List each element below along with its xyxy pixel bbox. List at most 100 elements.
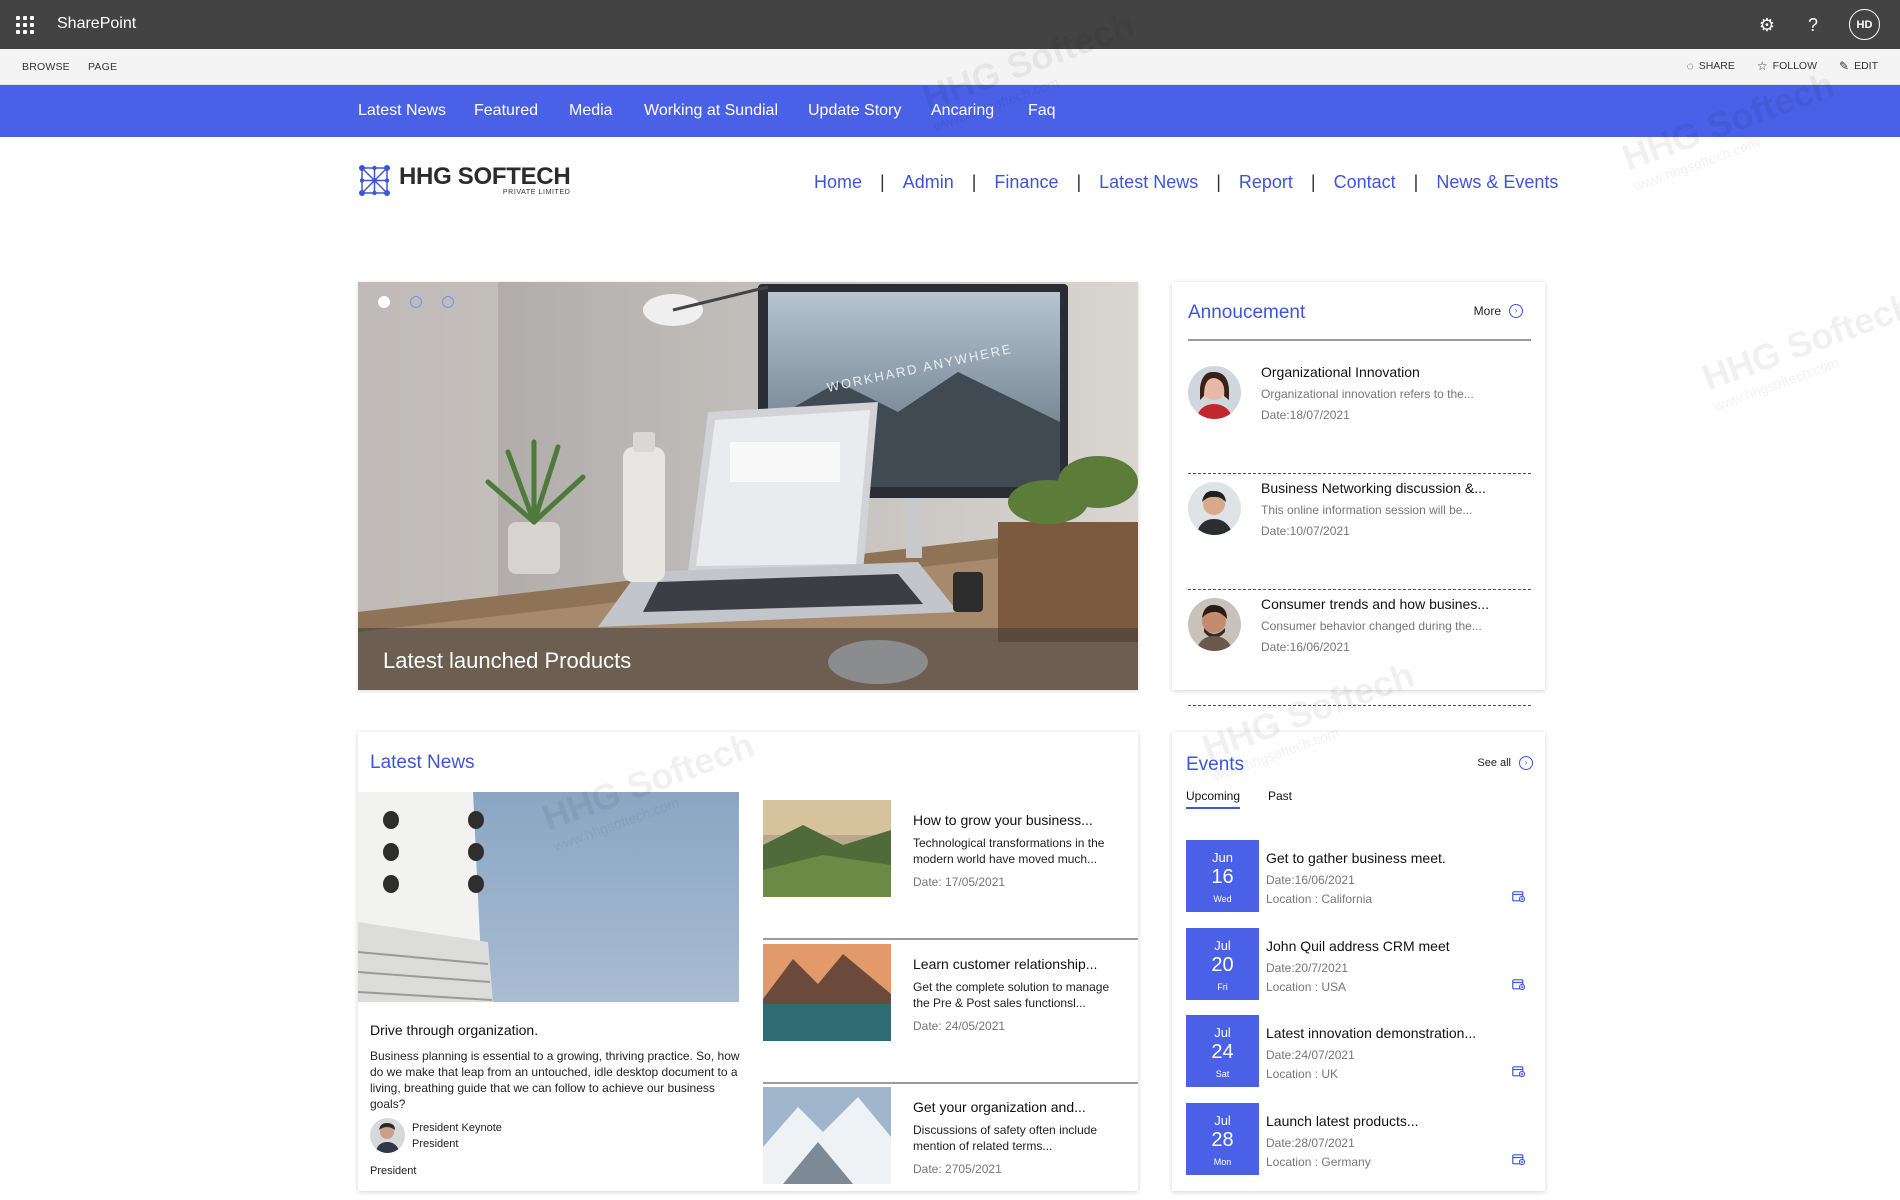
news-item-date: Date: 17/05/2021 [913, 875, 1006, 889]
announcement-item-title[interactable]: Business Networking discussion &... [1261, 480, 1486, 496]
news-item-title[interactable]: How to grow your business... [913, 812, 1093, 828]
site-logo[interactable]: HHG SOFTECH PRIVATE LIMITED [358, 164, 571, 197]
ribbon-tab-browse[interactable]: BROWSE [22, 61, 70, 73]
watermark: HHG Softechwww.hhgsoftech.com [1696, 283, 1900, 415]
mainnav-item-finance[interactable]: Finance [994, 172, 1058, 193]
mainnav-item-contact[interactable]: Contact [1334, 172, 1396, 193]
person-avatar [1188, 598, 1241, 651]
hero-caption-bar: Latest launched Products [358, 628, 1138, 690]
main-nav: Home | Admin | Finance | Latest News | R… [814, 172, 1559, 193]
tab-past[interactable]: Past [1268, 789, 1292, 803]
calendar-add-icon[interactable] [1512, 978, 1525, 990]
event-title[interactable]: Latest innovation demonstration... [1266, 1025, 1476, 1041]
news-thumbnail [763, 800, 891, 897]
author-avatar [370, 1118, 405, 1153]
event-date: Date:16/06/2021 [1266, 873, 1355, 887]
tab-upcoming[interactable]: Upcoming [1186, 789, 1241, 809]
latest-news-card: Latest News Drive through organization. … [358, 732, 1138, 1191]
sharepoint-page: SharePoint ⚙ ? HD BROWSE PAGE ◌ SHARE ☆ FO… [0, 0, 1900, 1200]
hero-carousel[interactable]: WORKHARD ANYWHERE Latest launched Produc… [358, 282, 1138, 690]
mainnav-item-report[interactable]: Report [1239, 172, 1293, 193]
carousel-dot-2[interactable] [410, 296, 422, 308]
topnav-item-featured[interactable]: Featured [474, 102, 538, 120]
events-see-all-link[interactable]: See all › [1477, 756, 1533, 770]
news-thumbnail [763, 1087, 891, 1184]
follow-button[interactable]: ☆ FOLLOW [1757, 59, 1817, 73]
star-icon: ☆ [1756, 59, 1768, 73]
event-title[interactable]: Get to gather business meet. [1266, 850, 1446, 866]
topnav-item-ancaring[interactable]: Ancaring [931, 102, 994, 120]
edit-button[interactable]: ✎ EDIT [1839, 59, 1878, 73]
mainnav-item-admin[interactable]: Admin [903, 172, 954, 193]
waffle-icon[interactable] [16, 16, 34, 34]
event-item[interactable]: Jul 20 Fri John Quil address CRM meet Da… [1186, 928, 1531, 1000]
announcement-more-link[interactable]: More › [1474, 304, 1523, 318]
announcement-item[interactable]: Business Networking discussion &... This… [1188, 474, 1531, 590]
event-date-badge: Jun 16 Wed [1186, 840, 1259, 912]
event-item[interactable]: Jul 24 Sat Latest innovation demonstrati… [1186, 1015, 1531, 1087]
event-date: Date:24/07/2021 [1266, 1048, 1355, 1062]
author-name: President Keynote [412, 1122, 502, 1134]
news-thumbnail [763, 944, 891, 1041]
event-location: Location : USA [1266, 980, 1347, 994]
announcement-item-date: Date:16/06/2021 [1261, 640, 1350, 654]
gear-icon[interactable]: ⚙ [1757, 10, 1777, 40]
suite-actions: ⚙ ? HD [1757, 9, 1880, 40]
announcement-item-desc: Consumer behavior changed during the... [1261, 619, 1482, 633]
news-item-desc: Get the complete solution to manage the … [913, 980, 1110, 1010]
topnav-item-media[interactable]: Media [569, 102, 613, 120]
news-item-title[interactable]: Learn customer relationship... [913, 956, 1097, 972]
help-icon[interactable]: ? [1803, 10, 1823, 40]
person-avatar [1188, 482, 1241, 535]
announcement-item[interactable]: Consumer trends and how busines... Consu… [1188, 590, 1531, 706]
ribbon-tab-page[interactable]: PAGE [88, 61, 117, 73]
event-title[interactable]: John Quil address CRM meet [1266, 938, 1450, 954]
news-item[interactable]: Get your organization and... Discussions… [763, 1087, 1138, 1200]
calendar-add-icon[interactable] [1512, 890, 1525, 902]
arrow-right-circle-icon: › [1509, 304, 1523, 318]
event-item[interactable]: Jul 28 Mon Launch latest products... Dat… [1186, 1103, 1531, 1175]
news-item-title[interactable]: Get your organization and... [913, 1099, 1086, 1115]
share-icon: ◌ [1686, 59, 1694, 73]
suite-bar: SharePoint ⚙ ? HD [0, 0, 1900, 49]
calendar-add-icon[interactable] [1512, 1153, 1525, 1165]
topnav-item-faq[interactable]: Faq [1028, 102, 1056, 120]
person-avatar [1188, 366, 1241, 419]
announcement-item[interactable]: Organizational Innovation Organizational… [1188, 358, 1531, 474]
announcement-item-title[interactable]: Consumer trends and how busines... [1261, 596, 1489, 612]
event-date-badge: Jul 24 Sat [1186, 1015, 1259, 1087]
event-date-badge: Jul 28 Mon [1186, 1103, 1259, 1175]
arrow-right-circle-icon: › [1519, 756, 1533, 770]
calendar-add-icon[interactable] [1512, 1065, 1525, 1077]
topnav-item-latest-news[interactable]: Latest News [358, 102, 446, 120]
carousel-dot-3[interactable] [442, 296, 454, 308]
app-title[interactable]: SharePoint [57, 15, 136, 33]
latest-news-title: Latest News [370, 752, 475, 773]
event-date-badge: Jul 20 Fri [1186, 928, 1259, 1000]
events-card: Events See all › Upcoming Past Jun 16 We… [1172, 732, 1545, 1191]
carousel-dot-1[interactable] [378, 296, 390, 308]
event-item[interactable]: Jun 16 Wed Get to gather business meet. … [1186, 840, 1531, 912]
feature-title[interactable]: Drive through organization. [370, 1022, 538, 1038]
topnav-item-update-story[interactable]: Update Story [808, 102, 901, 120]
share-button[interactable]: ◌ SHARE [1687, 59, 1735, 73]
announcement-item-date: Date:18/07/2021 [1261, 408, 1350, 422]
topnav-item-working-at-sundial[interactable]: Working at Sundial [644, 102, 778, 120]
feature-image[interactable] [358, 792, 739, 1002]
user-avatar[interactable]: HD [1849, 9, 1880, 40]
author-footer: President [370, 1165, 417, 1177]
mainnav-item-latest-news[interactable]: Latest News [1099, 172, 1198, 193]
event-title[interactable]: Launch latest products... [1266, 1113, 1419, 1129]
top-nav: Latest News Featured Media Working at Su… [0, 85, 1900, 137]
event-location: Location : California [1266, 892, 1373, 906]
hero-caption[interactable]: Latest launched Products [383, 648, 631, 674]
author-role: President [412, 1138, 459, 1150]
news-item-desc: Technological transformations in the mod… [913, 836, 1105, 866]
mainnav-item-home[interactable]: Home [814, 172, 862, 193]
logo-sub: PRIVATE LIMITED [502, 189, 571, 196]
event-location: Location : UK [1266, 1067, 1339, 1081]
mainnav-item-news-events[interactable]: News & Events [1436, 172, 1558, 193]
news-item[interactable]: How to grow your business... Technologic… [763, 800, 1138, 940]
announcement-item-title[interactable]: Organizational Innovation [1261, 364, 1420, 380]
news-item[interactable]: Learn customer relationship... Get the c… [763, 944, 1138, 1084]
